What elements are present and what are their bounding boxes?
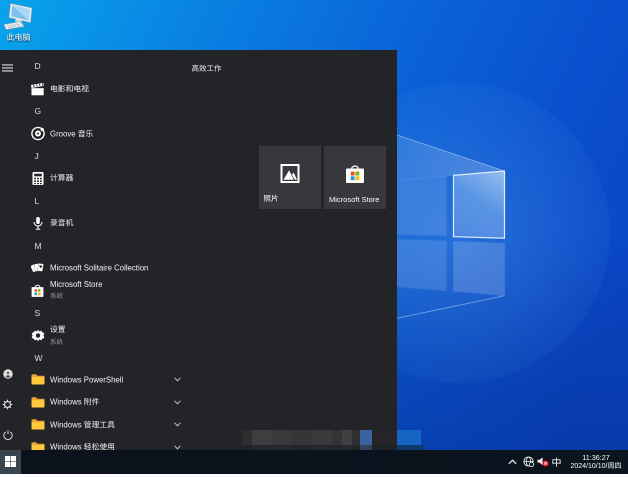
app-list-item-label: 电影和电视 xyxy=(50,84,89,94)
mosaic-block xyxy=(396,429,421,445)
app-list-item[interactable]: Microsoft Store 系统 xyxy=(30,279,195,301)
mosaic-block xyxy=(311,429,332,445)
tile-label: 照片 xyxy=(263,194,279,203)
calculator-icon xyxy=(30,171,45,186)
desktop-screen: 此电脑 D 电影和电视 G Groove 音乐 J 计算器 L 录音机 M Mi… xyxy=(0,0,628,477)
app-list-item-label: 计算器 xyxy=(50,173,74,183)
windows-flag-icon xyxy=(5,456,16,468)
app-list-item[interactable]: 录音机 xyxy=(30,212,195,234)
app-list-item-label: Groove 音乐 xyxy=(50,129,94,139)
app-list-item-label: Windows 附件 xyxy=(50,397,100,407)
mosaic-block xyxy=(241,429,252,445)
mosaic-block xyxy=(271,429,292,445)
app-list-item[interactable]: Windows 附件 xyxy=(30,391,195,413)
start-menu-hamburger-icon[interactable] xyxy=(0,60,15,75)
folder-icon xyxy=(30,440,45,450)
app-list-item[interactable]: Microsoft Solitaire Collection xyxy=(30,257,195,279)
app-list-item-label: Microsoft Store 系统 xyxy=(50,280,103,301)
folder-icon xyxy=(30,395,45,410)
tray-clock[interactable]: 11:36:27 2024/10/10/周四 xyxy=(565,450,627,474)
app-list-section-header[interactable]: M xyxy=(30,234,195,256)
chevron-down-icon[interactable] xyxy=(171,419,183,431)
store-icon xyxy=(30,283,45,298)
speaker-muted-icon xyxy=(537,457,549,467)
movies-tv-icon xyxy=(30,81,45,96)
tray-ime-indicator[interactable]: 中 xyxy=(550,450,563,474)
tile-label: Microsoft Store xyxy=(329,195,380,204)
tray-volume-icon[interactable] xyxy=(536,450,550,474)
mosaic-block xyxy=(331,429,342,445)
gear-icon xyxy=(30,328,45,343)
app-list-item-label: 设置 系统 xyxy=(50,325,66,347)
desktop-icon-label: 此电脑 xyxy=(6,33,31,42)
app-list-item-sublabel: 系统 xyxy=(50,339,63,347)
section-letter: L xyxy=(34,195,40,206)
mosaic-block xyxy=(351,429,360,445)
tile-group-title[interactable]: 高效工作 xyxy=(192,63,222,74)
start-menu: D 电影和电视 G Groove 音乐 J 计算器 L 录音机 M Microsoft Solit… xyxy=(0,50,397,450)
app-list-item[interactable]: 设置 系统 xyxy=(30,324,195,346)
globe-no-internet-icon xyxy=(522,456,534,468)
chevron-down-icon[interactable] xyxy=(171,441,183,450)
app-list-item[interactable]: 计算器 xyxy=(30,167,195,189)
chevron-down-icon[interactable] xyxy=(171,374,183,386)
chevron-up-icon xyxy=(508,459,517,464)
mosaic-block xyxy=(291,429,312,445)
app-list-item-label: 录音机 xyxy=(50,218,74,228)
app-list-item-label: Windows 轻松使用 xyxy=(50,442,115,450)
section-letter: D xyxy=(34,61,41,72)
app-list-item[interactable]: Windows 管理工具 xyxy=(30,414,195,436)
section-letter: G xyxy=(34,106,42,117)
app-list-item[interactable]: Windows 轻松使用 xyxy=(30,436,195,450)
section-letter: J xyxy=(34,151,39,162)
app-list-item[interactable]: Windows PowerShell xyxy=(30,369,195,391)
section-letter: S xyxy=(34,307,41,318)
mosaic-block xyxy=(359,429,372,445)
app-list-item-label: Microsoft Solitaire Collection xyxy=(50,263,149,273)
section-letter: M xyxy=(34,240,42,251)
app-list-section-header[interactable]: W xyxy=(30,346,195,368)
app-list-section-header[interactable]: J xyxy=(30,145,195,167)
settings-rail-button[interactable] xyxy=(0,397,15,412)
folder-icon xyxy=(30,372,45,387)
mosaic-block xyxy=(341,429,352,445)
user-icon xyxy=(2,368,13,379)
start-button[interactable] xyxy=(0,449,21,474)
app-list-item[interactable]: 电影和电视 xyxy=(30,78,195,100)
app-list-section-header[interactable]: L xyxy=(30,190,195,212)
app-list-section-header[interactable]: G xyxy=(30,100,195,122)
store-icon xyxy=(345,163,366,189)
app-list-item-label: Windows PowerShell xyxy=(50,375,124,385)
app-list: D 电影和电视 G Groove 音乐 J 计算器 L 录音机 M Microsoft Solit… xyxy=(30,55,195,450)
taskbar: 中 11:36:27 2024/10/10/周四 xyxy=(0,449,628,474)
app-list-item[interactable]: Groove 音乐 xyxy=(30,122,195,144)
section-letter: W xyxy=(34,352,43,363)
tile-microsoft-store[interactable]: Microsoft Store xyxy=(324,146,386,209)
voice-recorder-icon xyxy=(30,216,45,231)
power-icon xyxy=(2,429,13,440)
power-button[interactable] xyxy=(0,427,15,442)
tile-photos[interactable]: 照片 xyxy=(258,146,321,209)
this-pc-icon xyxy=(0,2,37,32)
mosaic-block xyxy=(251,429,272,445)
tray-network-icon[interactable] xyxy=(521,450,535,474)
groove-music-icon xyxy=(30,126,45,141)
windows-logo-wallpaper xyxy=(384,170,506,297)
app-list-section-header[interactable]: D xyxy=(30,55,195,77)
app-list-section-header[interactable]: S xyxy=(30,302,195,324)
desktop-icon-this-pc[interactable]: 此电脑 xyxy=(0,2,37,42)
folder-icon xyxy=(30,417,45,432)
chevron-down-icon[interactable] xyxy=(171,396,183,408)
app-list-item-sublabel: 系统 xyxy=(50,293,63,301)
tray-hidden-icons-button[interactable] xyxy=(506,450,519,474)
solitaire-icon xyxy=(30,261,45,276)
user-account-button[interactable] xyxy=(0,366,15,381)
tray-date: 2024/10/10/周四 xyxy=(570,463,622,471)
photos-icon xyxy=(280,164,299,188)
tray-time: 11:36:27 xyxy=(582,452,610,462)
app-list-item-label: Windows 管理工具 xyxy=(50,420,115,430)
gear-icon xyxy=(2,399,13,410)
mosaic-block xyxy=(371,429,397,445)
screen-bottom-strip xyxy=(0,473,628,477)
